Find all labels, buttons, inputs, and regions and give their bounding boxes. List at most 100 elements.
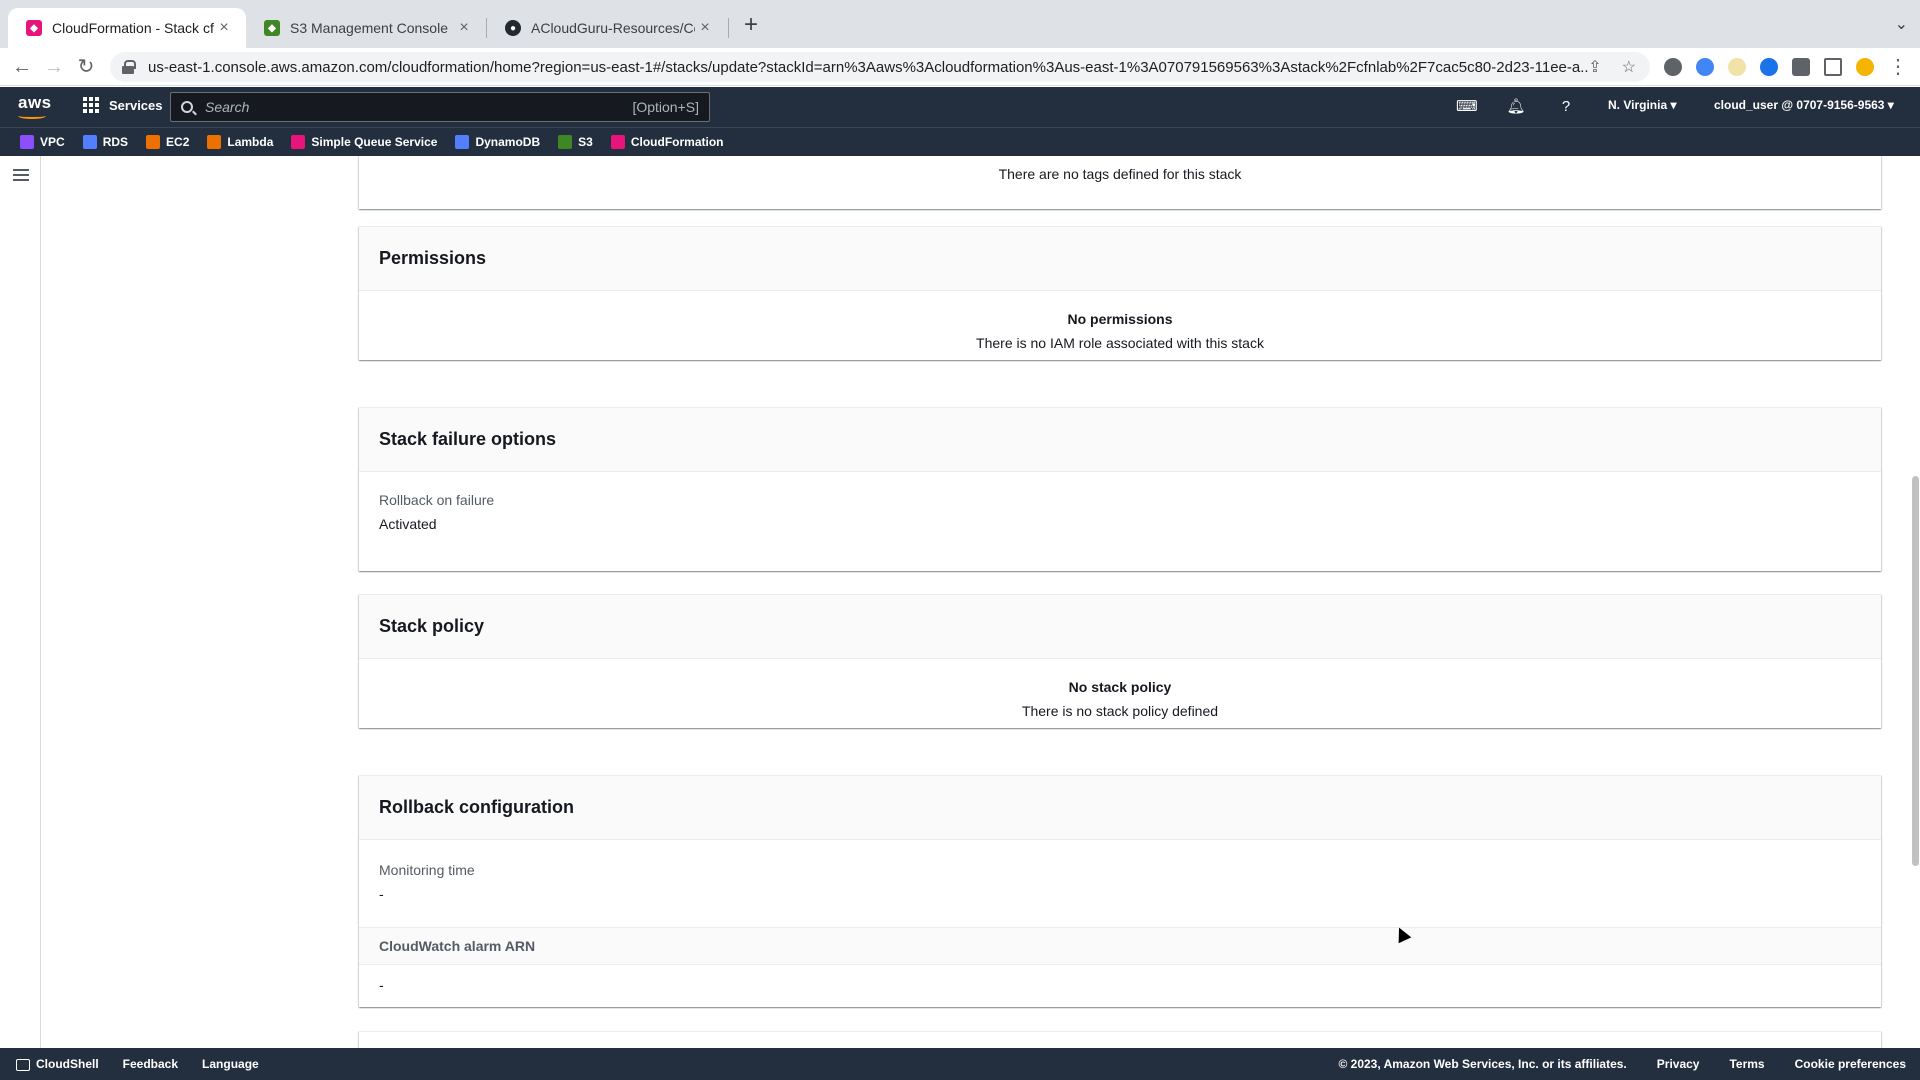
monitoring-time-value: - [379,886,384,902]
permissions-panel: Permissions No permissions There is no I… [359,226,1881,360]
tags-panel: There are no tags defined for this stack [359,156,1881,209]
tags-empty-text: There are no tags defined for this stack [998,166,1242,182]
favorite-dynamodb[interactable]: DynamoDB [455,135,540,149]
favorite-s3[interactable]: S3 [558,135,593,149]
terminal-icon [16,1058,30,1071]
aws-logo-text: aws [18,93,52,112]
stack-policy-panel: Stack policy No stack policy There is no… [359,594,1881,728]
tab-github[interactable]: ● ACloudGuru-Resources/Cours × [487,8,727,48]
favorite-label: CloudFormation [630,135,724,149]
cookie-preferences-link[interactable]: Cookie preferences [1795,1057,1906,1071]
forward-arrow-icon[interactable]: → [42,55,66,79]
extension-gear-icon[interactable] [1664,58,1682,76]
page-scrollbar[interactable] [1911,156,1920,1048]
search-shortcut-hint: [Option+S] [632,99,699,115]
tab-title: CloudFormation - Stack cfnlab [52,20,214,36]
browser-toolbar: ← → ↻ us-east-1.console.aws.amazon.com/c… [0,48,1920,86]
rollback-configuration-title: Rollback configuration [359,776,1881,840]
tab-title: S3 Management Console [290,20,448,36]
lambda-icon [207,135,222,149]
privacy-link[interactable]: Privacy [1657,1057,1700,1071]
aws-search-input[interactable]: Search [Option+S] [170,92,710,122]
favorite-label: Lambda [227,135,274,149]
close-tab-icon[interactable]: × [695,18,715,38]
cloudformation-icon [610,135,625,149]
next-panel [359,1031,1881,1048]
favorites-bar: VPC RDS EC2 Lambda Simple Queue Service … [0,127,1920,156]
tab-cloudformation[interactable]: ◆ CloudFormation - Stack cfnlab × [8,8,246,48]
close-tab-icon[interactable]: × [454,18,474,38]
rollback-on-failure-label: Rollback on failure [379,492,495,508]
stack-failure-options-title: Stack failure options [359,408,1881,472]
feedback-link[interactable]: Feedback [123,1057,178,1071]
reload-icon[interactable]: ↻ [74,55,98,79]
console-footer: CloudShell Feedback Language © 2023, Ama… [0,1048,1920,1080]
stack-failure-options-panel: Stack failure options Rollback on failur… [359,407,1881,571]
tab-search-chevron-icon[interactable]: ⌄ [1895,14,1908,34]
account-menu[interactable]: cloud_user @ 0707-9156-9563 ▾ [1714,98,1894,112]
new-tab-button[interactable]: + [737,12,765,40]
favorite-sqs[interactable]: Simple Queue Service [291,135,437,149]
aws-smile-icon [18,113,46,119]
main-content: There are no tags defined for this stack… [41,156,1911,1048]
alarm-table-header: CloudWatch alarm ARN [359,927,1881,965]
search-icon [181,101,193,113]
permissions-empty-title: No permissions [1067,311,1173,327]
s3-icon [558,135,573,149]
tab-separator [728,18,729,38]
copyright-text: © 2023, Amazon Web Services, Inc. or its… [1338,1057,1627,1071]
services-menu-button[interactable]: Services [83,97,163,113]
stack-policy-empty-title: No stack policy [1068,679,1172,695]
extension-z-icon[interactable] [1760,58,1778,76]
favorite-cloudformation[interactable]: CloudFormation [610,135,724,149]
share-icon[interactable]: ⇪ [1588,57,1601,77]
favorite-lambda[interactable]: Lambda [207,135,273,149]
tab-s3-console[interactable]: ◆ S3 Management Console × [246,8,486,48]
cloudformation-favicon-icon: ◆ [26,20,42,36]
extension-shield-icon[interactable] [1696,58,1714,76]
bookmark-star-icon[interactable]: ☆ [1622,57,1636,77]
lock-icon [122,60,136,74]
language-link[interactable]: Language [202,1057,259,1071]
notifications-bell-icon[interactable]: 🔔︎ [1506,97,1526,117]
favorite-label: VPC [40,135,65,149]
cloudshell-icon[interactable]: ⌨ [1456,97,1478,117]
close-tab-icon[interactable]: × [214,18,234,38]
scrollbar-thumb[interactable] [1912,476,1919,866]
favorite-label: DynamoDB [475,135,541,149]
services-label: Services [109,97,163,113]
rollback-on-failure-value: Activated [379,516,437,532]
terms-link[interactable]: Terms [1729,1057,1764,1071]
menu-hamburger-icon[interactable] [13,169,29,181]
favorite-label: Simple Queue Service [311,135,438,149]
cloudshell-footer-button[interactable]: CloudShell [16,1057,99,1071]
browser-menu-kebab-icon[interactable]: ⋮ [1886,55,1910,79]
stack-policy-title: Stack policy [359,595,1881,659]
search-placeholder: Search [205,99,250,115]
profile-avatar-icon[interactable] [1856,58,1874,76]
ec2-icon [146,135,161,149]
favorite-rds[interactable]: RDS [82,135,128,149]
back-arrow-icon[interactable]: ← [10,55,34,79]
dynamodb-icon [455,135,470,149]
permissions-empty-text: There is no IAM role associated with thi… [976,335,1264,351]
help-icon[interactable]: ? [1556,97,1576,117]
side-panel-icon[interactable] [1824,58,1842,76]
stack-policy-empty-text: There is no stack policy defined [1021,703,1219,719]
url-text[interactable]: us-east-1.console.aws.amazon.com/cloudfo… [148,59,1588,76]
region-selector[interactable]: N. Virginia ▾ [1608,98,1676,112]
favorite-vpc[interactable]: VPC [20,135,65,149]
rds-icon [82,135,97,149]
vpc-icon [20,135,34,149]
side-navigation-rail [0,156,41,1048]
extensions-puzzle-icon[interactable] [1792,58,1810,76]
favorite-ec2[interactable]: EC2 [146,135,189,149]
favorite-label: S3 [578,135,593,149]
aws-console-header: aws Services Search [Option+S] ⌨ 🔔︎ ? N.… [0,87,1920,127]
alarm-table-row: - [379,977,384,993]
aws-logo[interactable]: aws [18,93,52,119]
extension-note-icon[interactable] [1728,58,1746,76]
address-bar[interactable]: us-east-1.console.aws.amazon.com/cloudfo… [110,52,1650,82]
rollback-configuration-panel: Rollback configuration Monitoring time -… [359,775,1881,1007]
browser-tab-strip: ◆ CloudFormation - Stack cfnlab × ◆ S3 M… [0,0,1920,48]
